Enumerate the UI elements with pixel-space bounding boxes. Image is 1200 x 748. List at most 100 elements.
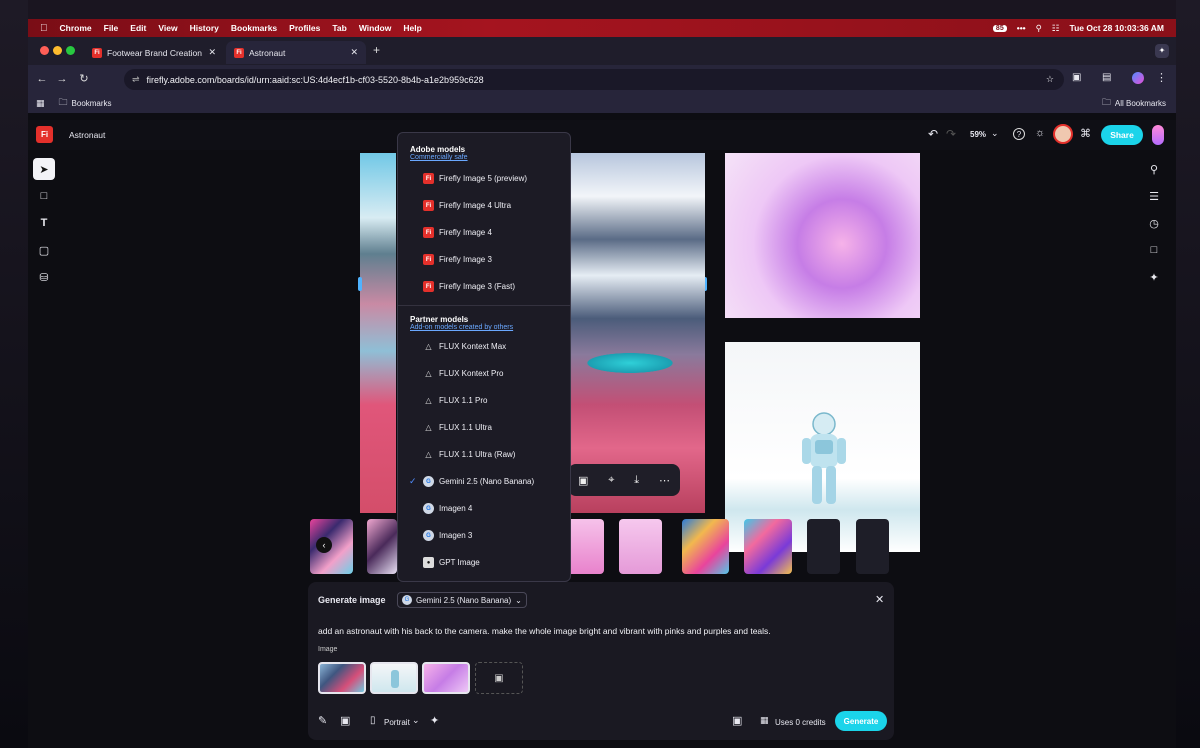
model-option[interactable]: △ FLUX Kontext Max [398, 333, 570, 360]
prompt-enhance-icon[interactable]: ▣ [732, 714, 742, 727]
thumbnail[interactable] [619, 519, 662, 574]
zoom-window-button[interactable] [66, 46, 75, 55]
new-tab-button[interactable]: + [373, 43, 380, 57]
text-tool-icon[interactable]: T [33, 212, 55, 234]
prompt-input[interactable]: add an astronaut with his back to the ca… [318, 626, 878, 636]
more-icon[interactable]: ••• [1017, 23, 1026, 33]
model-option[interactable]: Fi Firefly Image 5 (preview) [398, 165, 570, 192]
add-on-models-link[interactable]: Add-on models created by others [398, 324, 570, 331]
tab-astronaut[interactable]: Fi Astronaut ✕ [226, 41, 366, 64]
portrait-aspect-icon[interactable]: ▯ [370, 715, 376, 726]
generative-tools-icon[interactable]: ✦ [1143, 266, 1165, 288]
close-tab-icon[interactable]: ✕ [208, 47, 216, 58]
firefly-assistant-icon[interactable] [1152, 125, 1164, 145]
menu-window[interactable]: Window [359, 23, 392, 33]
share-button[interactable]: Share [1101, 125, 1143, 145]
apps-grid-icon[interactable]: ▦ [36, 98, 45, 109]
reference-image[interactable] [370, 662, 418, 694]
minimize-window-button[interactable] [53, 46, 62, 55]
model-option[interactable]: G Imagen 4 [398, 495, 570, 522]
select-tool-icon[interactable]: ➤ [33, 158, 55, 180]
model-option[interactable]: △ FLUX 1.1 Pro [398, 387, 570, 414]
menu-tab[interactable]: Tab [332, 23, 346, 33]
tab-footwear-brand-creation[interactable]: Fi Footwear Brand Creation ✕ [84, 41, 224, 64]
comment-icon[interactable]: □ [1143, 239, 1165, 261]
gemini-sparkle-icon[interactable]: ✦ [1155, 44, 1169, 58]
thumbnail[interactable] [744, 519, 792, 574]
shape-tool-icon[interactable]: ▢ [33, 239, 55, 261]
more-options-icon[interactable]: ⋯ [659, 474, 670, 487]
help-icon[interactable]: ? [1013, 128, 1025, 140]
model-option[interactable]: △ FLUX 1.1 Ultra (Raw) [398, 441, 570, 468]
aspect-chevron-down-icon[interactable]: ⌄ [412, 715, 420, 726]
effects-icon[interactable]: ✦ [430, 714, 439, 727]
canvas-image-mountain-left[interactable] [360, 153, 396, 513]
menu-help[interactable]: Help [403, 23, 421, 33]
download-icon[interactable]: ⤓ [634, 474, 639, 487]
menu-view[interactable]: View [158, 23, 177, 33]
menu-bookmarks[interactable]: Bookmarks [231, 23, 277, 33]
reload-button[interactable]: ↻ [76, 71, 92, 87]
undo-icon[interactable]: ↶ [928, 127, 938, 141]
menubar-datetime[interactable]: Tue Oct 28 10:03:36 AM [1070, 23, 1164, 33]
user-avatar[interactable] [1053, 124, 1073, 144]
menu-app-name[interactable]: Chrome [60, 23, 92, 33]
aspect-ratio-select[interactable]: Portrait [384, 718, 410, 727]
add-reference-image-button[interactable]: ▣ [475, 662, 523, 694]
model-option[interactable]: Fi Firefly Image 4 Ultra [398, 192, 570, 219]
redo-icon[interactable]: ↷ [946, 127, 956, 141]
model-option-selected[interactable]: ✓ G Gemini 2.5 (Nano Banana) [398, 468, 570, 495]
thumbnail[interactable] [567, 519, 604, 574]
thumbnail-placeholder[interactable] [856, 519, 889, 574]
profile-avatar[interactable] [1132, 72, 1144, 84]
reading-mode-icon[interactable]: ▤ [1102, 72, 1111, 83]
back-button[interactable]: ← [34, 71, 50, 87]
menu-profiles[interactable]: Profiles [289, 23, 320, 33]
close-window-button[interactable] [40, 46, 49, 55]
extensions-icon[interactable]: ▣ [1072, 72, 1081, 83]
reference-image[interactable] [318, 662, 366, 694]
firefly-logo[interactable]: Fi [36, 126, 53, 143]
menu-file[interactable]: File [104, 23, 119, 33]
commercially-safe-link[interactable]: Commercially safe [398, 154, 570, 161]
crop-icon[interactable]: ⌖ [608, 474, 614, 487]
model-option[interactable]: Fi Firefly Image 3 (Fast) [398, 273, 570, 300]
all-bookmarks[interactable]: All Bookmarks [1115, 99, 1166, 108]
apple-icon[interactable]:  [40, 23, 48, 34]
browser-menu-icon[interactable]: ⋮ [1156, 71, 1167, 84]
zoom-level[interactable]: 59% [970, 130, 986, 139]
model-selector[interactable]: G Gemini 2.5 (Nano Banana) ⌄ [397, 592, 527, 608]
reference-image[interactable] [422, 662, 470, 694]
lightbulb-icon[interactable]: ☼ [1035, 127, 1045, 139]
composition-reference-icon[interactable]: ▣ [340, 714, 350, 727]
address-bar[interactable]: ⇌ firefly.adobe.com/boards/id/urn:aaid:s… [124, 69, 1064, 90]
thumbnail-placeholder[interactable] [807, 519, 840, 574]
thumbnail[interactable] [367, 519, 397, 574]
menu-edit[interactable]: Edit [130, 23, 146, 33]
control-center-icon[interactable]: ☷ [1052, 23, 1060, 34]
model-option[interactable]: G Imagen 3 [398, 522, 570, 549]
model-option[interactable]: Fi Firefly Image 4 [398, 219, 570, 246]
collaborators-icon[interactable]: ⌘ [1080, 127, 1091, 140]
close-panel-icon[interactable]: ✕ [875, 593, 884, 606]
site-info-icon[interactable]: ⇌ [132, 74, 140, 85]
model-option[interactable]: △ FLUX Kontext Pro [398, 360, 570, 387]
menu-history[interactable]: History [190, 23, 219, 33]
battery-indicator[interactable]: 85 [992, 24, 1007, 32]
filmstrip-prev-button[interactable]: ‹ [316, 537, 332, 553]
spotlight-search-icon[interactable]: ⚲ [1036, 23, 1042, 34]
generate-button[interactable]: Generate [835, 711, 887, 731]
model-option[interactable]: △ FLUX 1.1 Ultra [398, 414, 570, 441]
model-option[interactable]: ● GPT Image [398, 549, 570, 576]
history-icon[interactable]: ◷ [1143, 212, 1165, 234]
add-media-icon[interactable]: ⛁ [33, 266, 55, 288]
search-icon[interactable]: ⚲ [1143, 158, 1165, 180]
close-tab-icon[interactable]: ✕ [350, 47, 358, 58]
image-edit-icon[interactable]: ▣ [578, 474, 588, 487]
bookmarks-folder[interactable]: Bookmarks [72, 99, 112, 108]
selection-handle[interactable] [358, 277, 362, 291]
thumbnail[interactable] [682, 519, 729, 574]
bookmark-star-icon[interactable]: ☆ [1046, 74, 1054, 85]
canvas-image-mountain-lake[interactable] [570, 153, 705, 513]
style-brush-icon[interactable]: ✎ [318, 714, 327, 727]
